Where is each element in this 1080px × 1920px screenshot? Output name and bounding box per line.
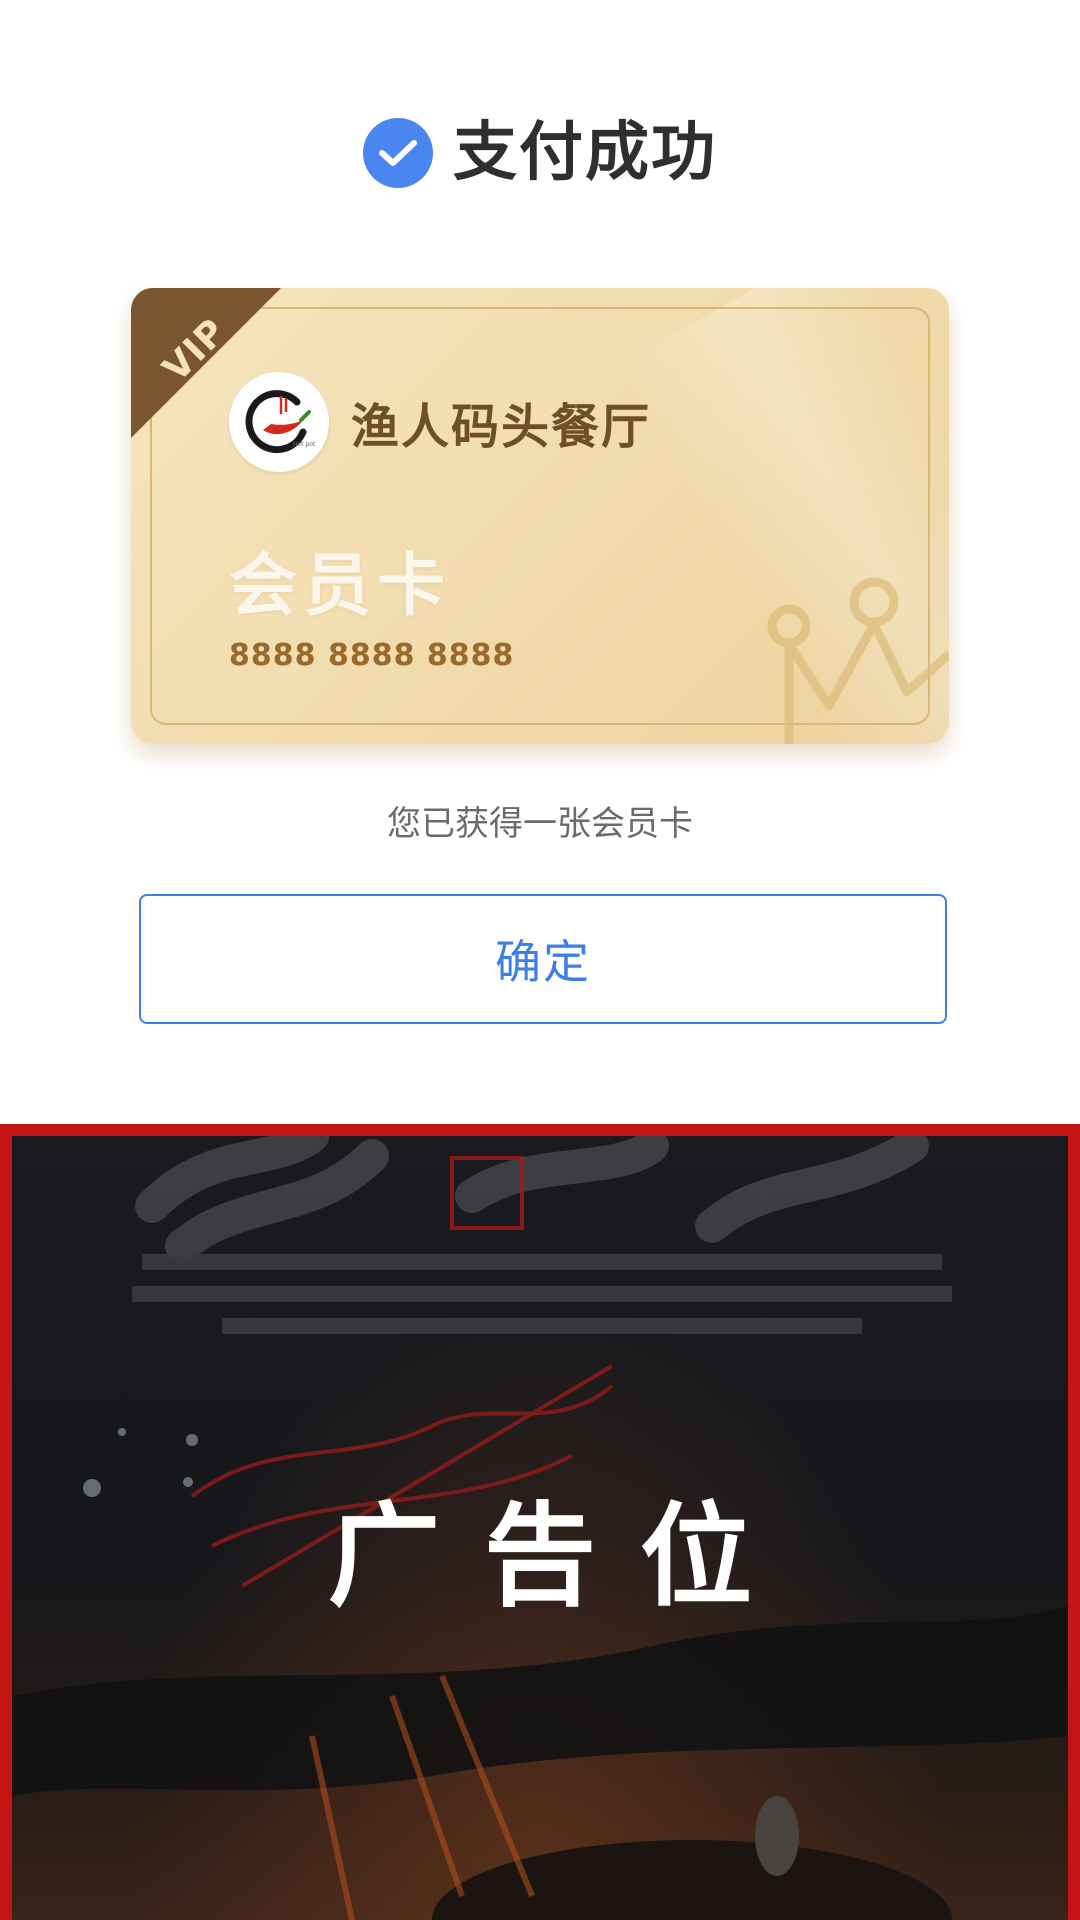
restaurant-name: 渔人码头餐厅: [351, 399, 652, 455]
payment-success-header: 支付成功: [0, 118, 1080, 188]
restaurant-logo: Hot pot: [229, 372, 329, 472]
got-card-message: 您已获得一张会员卡: [387, 804, 693, 844]
success-title: 支付成功: [453, 116, 717, 190]
restaurant-brand: Hot pot 渔人码头餐厅: [229, 372, 651, 472]
ad-image: 广告位: [12, 1136, 1068, 1920]
confirm-button[interactable]: 确定: [139, 894, 947, 1024]
check-circle-icon: [363, 118, 433, 188]
crown-decoration: [767, 577, 949, 744]
chili-logo-icon: Hot pot: [245, 390, 316, 454]
ad-banner[interactable]: 广告位: [0, 1124, 1080, 1920]
card-type-label: 会员卡: [229, 547, 452, 626]
svg-text:Hot pot: Hot pot: [293, 441, 316, 448]
vip-membership-card: VIP Hot pot 渔人码头餐厅 会员卡 8888 8888 8888: [131, 288, 949, 744]
ad-placeholder-label: 广告位: [328, 1492, 796, 1622]
card-number: 8888 8888 8888: [229, 638, 515, 673]
